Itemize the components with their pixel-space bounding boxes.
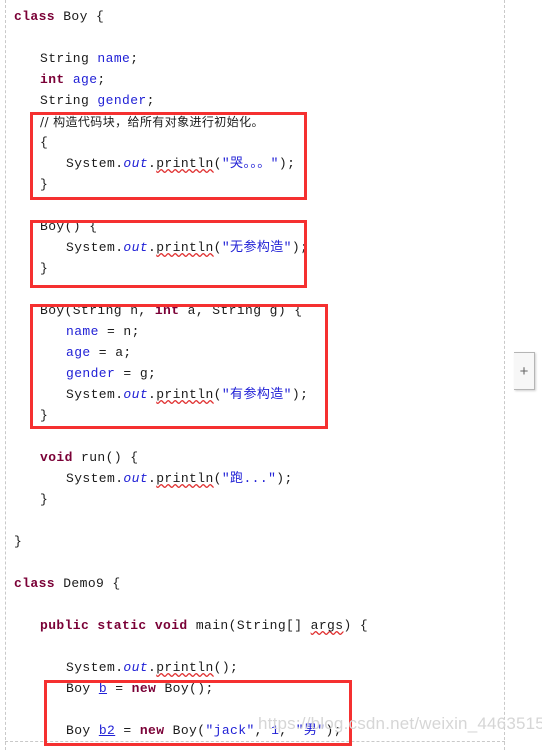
code-token: main(String[] (195, 618, 311, 633)
code-token: } (40, 492, 49, 507)
code-token: Boy { (63, 9, 105, 24)
code-line: System.out.println(); (66, 661, 238, 675)
code-token: String (40, 93, 98, 108)
code-token: run() { (81, 450, 139, 465)
code-token: out (123, 660, 149, 675)
code-token: System. (66, 660, 124, 675)
instance-initializer-block-highlight (30, 112, 307, 200)
code-line: int age; (40, 73, 106, 87)
code-token: Demo9 { (63, 576, 121, 591)
code-token: void (40, 450, 82, 465)
code-token: public static void (40, 618, 196, 633)
code-token: (); (213, 660, 239, 675)
code-token: args (310, 618, 344, 633)
code-token: System. (66, 471, 124, 486)
code-line: System.out.println("跑..."); (66, 472, 293, 486)
code-line: String name; (40, 52, 138, 66)
expand-panel-button[interactable]: + (514, 352, 535, 390)
code-line: class Demo9 { (14, 577, 121, 591)
code-token: gender (97, 93, 147, 108)
object-instantiation-highlight (44, 680, 352, 746)
code-line: public static void main(String[] args) { (40, 619, 368, 633)
no-arg-constructor-highlight (30, 220, 307, 288)
code-token: int (40, 72, 73, 87)
code-token: ) { (343, 618, 369, 633)
code-line: } (14, 535, 22, 549)
code-token: . (148, 471, 157, 486)
code-line: void run() { (40, 451, 138, 465)
code-token: ); (276, 471, 293, 486)
code-token: name (97, 51, 131, 66)
code-line: class Boy { (14, 10, 104, 24)
code-token: "跑..." (221, 471, 277, 486)
code-token: class (14, 576, 64, 591)
code-line: String gender; (40, 94, 155, 108)
code-token: class (14, 9, 64, 24)
code-token: ; (130, 51, 139, 66)
parameterized-constructor-highlight (30, 304, 328, 429)
code-token: String (40, 51, 98, 66)
code-line: } (40, 493, 48, 507)
code-token: out (123, 471, 149, 486)
plus-icon: + (519, 362, 529, 380)
code-token: ( (213, 471, 222, 486)
code-token: . (148, 660, 157, 675)
code-token: println (156, 660, 214, 675)
code-token: ; (146, 93, 155, 108)
code-token: ; (97, 72, 106, 87)
code-token: age (72, 72, 98, 87)
code-token: } (14, 534, 23, 549)
code-token: println (156, 471, 214, 486)
